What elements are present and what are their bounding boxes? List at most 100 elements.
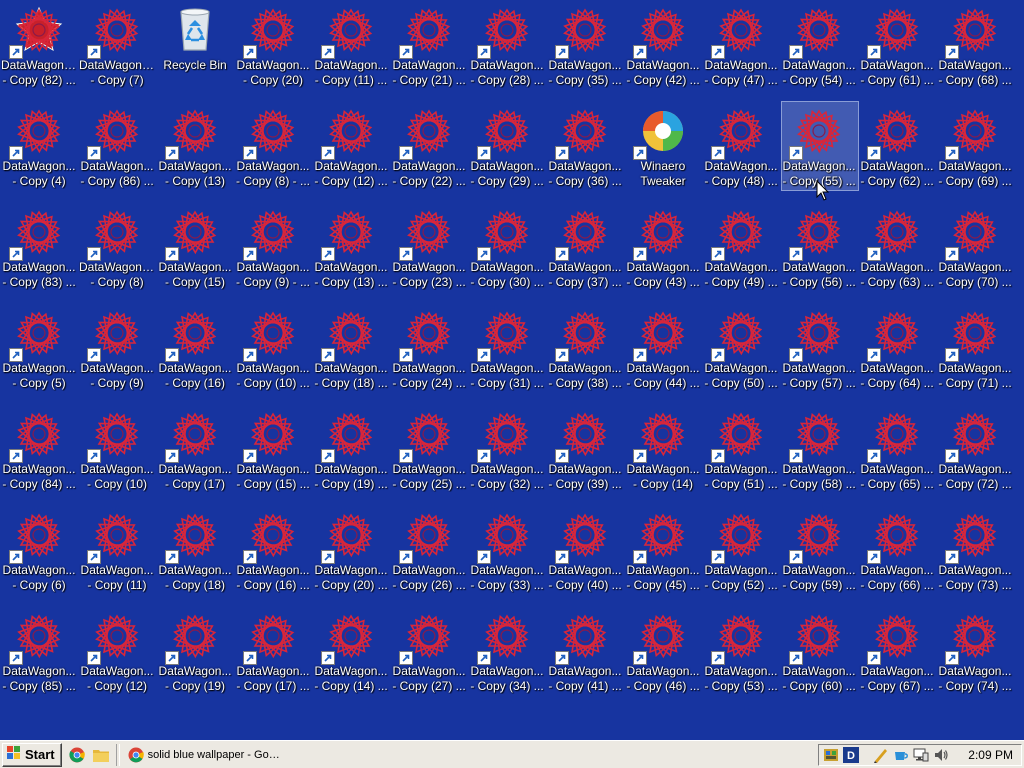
datawagon-shortcut[interactable]: DataWagon... - Copy (62) ...: [858, 107, 936, 208]
datawagon-shortcut[interactable]: DataWagon... - Copy (22) ...: [390, 107, 468, 208]
datawagon-shortcut[interactable]: DataWagon... - Copy (17): [156, 410, 234, 511]
datawagon-shortcut[interactable]: DataWagon... - Copy (49) ...: [702, 208, 780, 309]
datawagon-shortcut[interactable]: DataWagon... - Copy (38) ...: [546, 309, 624, 410]
datawagon-shortcut[interactable]: DataWagon... - Copy (69) ...: [936, 107, 1014, 208]
network-tray-icon[interactable]: [823, 747, 839, 763]
datawagon-shortcut[interactable]: DataWagon... - Copy (16) ...: [234, 511, 312, 612]
datawagon-shortcut[interactable]: DataWagon... - Copy (10) ...: [234, 309, 312, 410]
datawagon-shortcut[interactable]: DataWagon... - Copy (27) ...: [390, 612, 468, 713]
datawagon-shortcut[interactable]: DataWagon... - Copy (14): [624, 410, 702, 511]
datawagon-shortcut[interactable]: DataWagon... - Copy (5): [0, 309, 78, 410]
winaero-tweaker-shortcut[interactable]: Winaero Tweaker: [624, 107, 702, 208]
datawagon-shortcut[interactable]: DataWagon... - Copy (74) ...: [936, 612, 1014, 713]
start-button[interactable]: Start: [2, 742, 62, 767]
volume-tray-icon[interactable]: [933, 747, 949, 763]
datawagon-shortcut[interactable]: DataWagon... - Copy (40) ...: [546, 511, 624, 612]
datawagon-shortcut[interactable]: DataWagon... - Copy (20): [234, 6, 312, 107]
datawagon-shortcut[interactable]: DataWagon... - Copy (61) ...: [858, 6, 936, 107]
d-app-tray-icon[interactable]: D: [843, 747, 859, 763]
datawagon-shortcut[interactable]: DataWagon... - Copy (54) ...: [780, 6, 858, 107]
datawagon-shortcut[interactable]: DataWagon... - Copy (16): [156, 309, 234, 410]
datawagon-shortcut[interactable]: DataWagon... - Copy (57) ...: [780, 309, 858, 410]
datawagon-shortcut[interactable]: DataWagon... - Copy (50) ...: [702, 309, 780, 410]
datawagon-shortcut[interactable]: DataWagon... - Copy (83) ...: [0, 208, 78, 309]
monitor-tray-icon[interactable]: [913, 747, 929, 763]
datawagon-shortcut[interactable]: DataWagon... - Copy (11): [78, 511, 156, 612]
datawagon-shortcut[interactable]: DataWagon... - Copy (73) ...: [936, 511, 1014, 612]
datawagon-shortcut[interactable]: DataWagon... - Copy (32) ...: [468, 410, 546, 511]
datawagon-shortcut[interactable]: DataWagon... - Copy (52) ...: [702, 511, 780, 612]
datawagon-shortcut[interactable]: DataWagon... - Copy (36) ...: [546, 107, 624, 208]
datawagon-shortcut[interactable]: DataWagon... - Copy (18): [156, 511, 234, 612]
datawagon-shortcut[interactable]: DataWagon... - Copy (17) ...: [234, 612, 312, 713]
datawagon-shortcut[interactable]: DataWagon... - Copy (60) ...: [780, 612, 858, 713]
datawagon-shortcut[interactable]: DataWagon... - Copy (43) ...: [624, 208, 702, 309]
datawagon-shortcut[interactable]: DataWagon... - Copy (31) ...: [468, 309, 546, 410]
datawagon-shortcut[interactable]: DataWagon.... - Copy (7): [78, 6, 156, 107]
datawagon-shortcut[interactable]: DataWagon... - Copy (39) ...: [546, 410, 624, 511]
task-button-chrome[interactable]: solid blue wallpaper - Goo...: [124, 744, 288, 766]
datawagon-shortcut[interactable]: DataWagon... - Copy (48) ...: [702, 107, 780, 208]
datawagon-shortcut[interactable]: DataWagon... - Copy (68) ...: [936, 6, 1014, 107]
datawagon-shortcut[interactable]: DataWagon... - Copy (86) ...: [78, 107, 156, 208]
datawagon-shortcut[interactable]: DataWagon... - Copy (15) ...: [234, 410, 312, 511]
datawagon-shortcut[interactable]: DataWagon... - Copy (46) ...: [624, 612, 702, 713]
datawagon-shortcut[interactable]: DataWagon... - Copy (70) ...: [936, 208, 1014, 309]
datawagon-shortcut[interactable]: DataWagon... - Copy (19): [156, 612, 234, 713]
datawagon-shortcut[interactable]: DataWagon... - Copy (66) ...: [858, 511, 936, 612]
datawagon-shortcut[interactable]: DataWagon... - Copy (24) ...: [390, 309, 468, 410]
datawagon-shortcut[interactable]: DataWagon... - Copy (4): [0, 107, 78, 208]
datawagon-shortcut[interactable]: DataWagon... - Copy (13): [156, 107, 234, 208]
datawagon-shortcut[interactable]: DataWagon... - Copy (9) - ...: [234, 208, 312, 309]
datawagon-shortcut[interactable]: DataWagon... - Copy (72) ...: [936, 410, 1014, 511]
datawagon-shortcut[interactable]: DataWagon... - Copy (12) ...: [312, 107, 390, 208]
datawagon-shortcut[interactable]: DataWagon... - Copy (20) ...: [312, 511, 390, 612]
datawagon-shortcut[interactable]: DataWagon... - Copy (8) - ...: [234, 107, 312, 208]
datawagon-shortcut[interactable]: DataWagon... - Copy (35) ...: [546, 6, 624, 107]
datawagon-shortcut[interactable]: DataWagon... - Copy (18) ...: [312, 309, 390, 410]
datawagon-shortcut[interactable]: DataWagon... - Copy (12): [78, 612, 156, 713]
datawagon-shortcut[interactable]: DataWagon... - Copy (47) ...: [702, 6, 780, 107]
datawagon-shortcut[interactable]: DataWagon... - Copy (10): [78, 410, 156, 511]
datawagon-shortcut[interactable]: DataWagon... - Copy (58) ...: [780, 410, 858, 511]
datawagon-shortcut[interactable]: DataWagon... - Copy (65) ...: [858, 410, 936, 511]
datawagon-shortcut[interactable]: DataWagon... - Copy (14) ...: [312, 612, 390, 713]
datawagon-shortcut[interactable]: DataWagon... - Copy (13) ...: [312, 208, 390, 309]
datawagon-shortcut[interactable]: DataWagon... - Copy (85) ...: [0, 612, 78, 713]
datawagon-shortcut[interactable]: DataWagon... - Copy (67) ...: [858, 612, 936, 713]
folder-icon[interactable]: [92, 746, 110, 764]
datawagon-shortcut[interactable]: DataWagon... - Copy (59) ...: [780, 511, 858, 612]
datawagon-shortcut[interactable]: DataWagon... - Copy (84) ...: [0, 410, 78, 511]
datawagon-shortcut[interactable]: DataWagon.... - Copy (82) ...: [0, 6, 78, 107]
datawagon-shortcut[interactable]: DataWagon... - Copy (29) ...: [468, 107, 546, 208]
datawagon-shortcut[interactable]: DataWagon... - Copy (11) ...: [312, 6, 390, 107]
datawagon-shortcut[interactable]: DataWagon... - Copy (21) ...: [390, 6, 468, 107]
datawagon-shortcut[interactable]: DataWagon... - Copy (45) ...: [624, 511, 702, 612]
datawagon-shortcut[interactable]: DataWagon... - Copy (34) ...: [468, 612, 546, 713]
datawagon-shortcut[interactable]: DataWagon... - Copy (23) ...: [390, 208, 468, 309]
datawagon-shortcut[interactable]: DataWagon... - Copy (15): [156, 208, 234, 309]
datawagon-shortcut[interactable]: DataWagon... - Copy (37) ...: [546, 208, 624, 309]
recycle-bin-shortcut[interactable]: Recycle Bin: [156, 6, 234, 107]
datawagon-shortcut[interactable]: DataWagon.... - Copy (8): [78, 208, 156, 309]
cup-tray-icon[interactable]: [893, 747, 909, 763]
datawagon-shortcut[interactable]: DataWagon... - Copy (53) ...: [702, 612, 780, 713]
datawagon-shortcut[interactable]: DataWagon... - Copy (63) ...: [858, 208, 936, 309]
datawagon-shortcut[interactable]: DataWagon... - Copy (42) ...: [624, 6, 702, 107]
chrome-icon[interactable]: [68, 746, 86, 764]
datawagon-shortcut[interactable]: DataWagon... - Copy (9): [78, 309, 156, 410]
datawagon-shortcut[interactable]: DataWagon... - Copy (44) ...: [624, 309, 702, 410]
datawagon-shortcut[interactable]: DataWagon... - Copy (41) ...: [546, 612, 624, 713]
datawagon-shortcut[interactable]: DataWagon... - Copy (6): [0, 511, 78, 612]
datawagon-shortcut[interactable]: DataWagon... - Copy (30) ...: [468, 208, 546, 309]
datawagon-shortcut[interactable]: DataWagon... - Copy (51) ...: [702, 410, 780, 511]
datawagon-shortcut[interactable]: DataWagon... - Copy (26) ...: [390, 511, 468, 612]
pen-tray-icon[interactable]: [873, 747, 889, 763]
datawagon-shortcut[interactable]: DataWagon... - Copy (56) ...: [780, 208, 858, 309]
datawagon-shortcut[interactable]: DataWagon... - Copy (64) ...: [858, 309, 936, 410]
datawagon-shortcut[interactable]: DataWagon... - Copy (19) ...: [312, 410, 390, 511]
clock[interactable]: 2:09 PM: [968, 748, 1013, 762]
datawagon-shortcut[interactable]: DataWagon... - Copy (25) ...: [390, 410, 468, 511]
datawagon-shortcut[interactable]: DataWagon... - Copy (71) ...: [936, 309, 1014, 410]
datawagon-shortcut[interactable]: DataWagon... - Copy (33) ...: [468, 511, 546, 612]
